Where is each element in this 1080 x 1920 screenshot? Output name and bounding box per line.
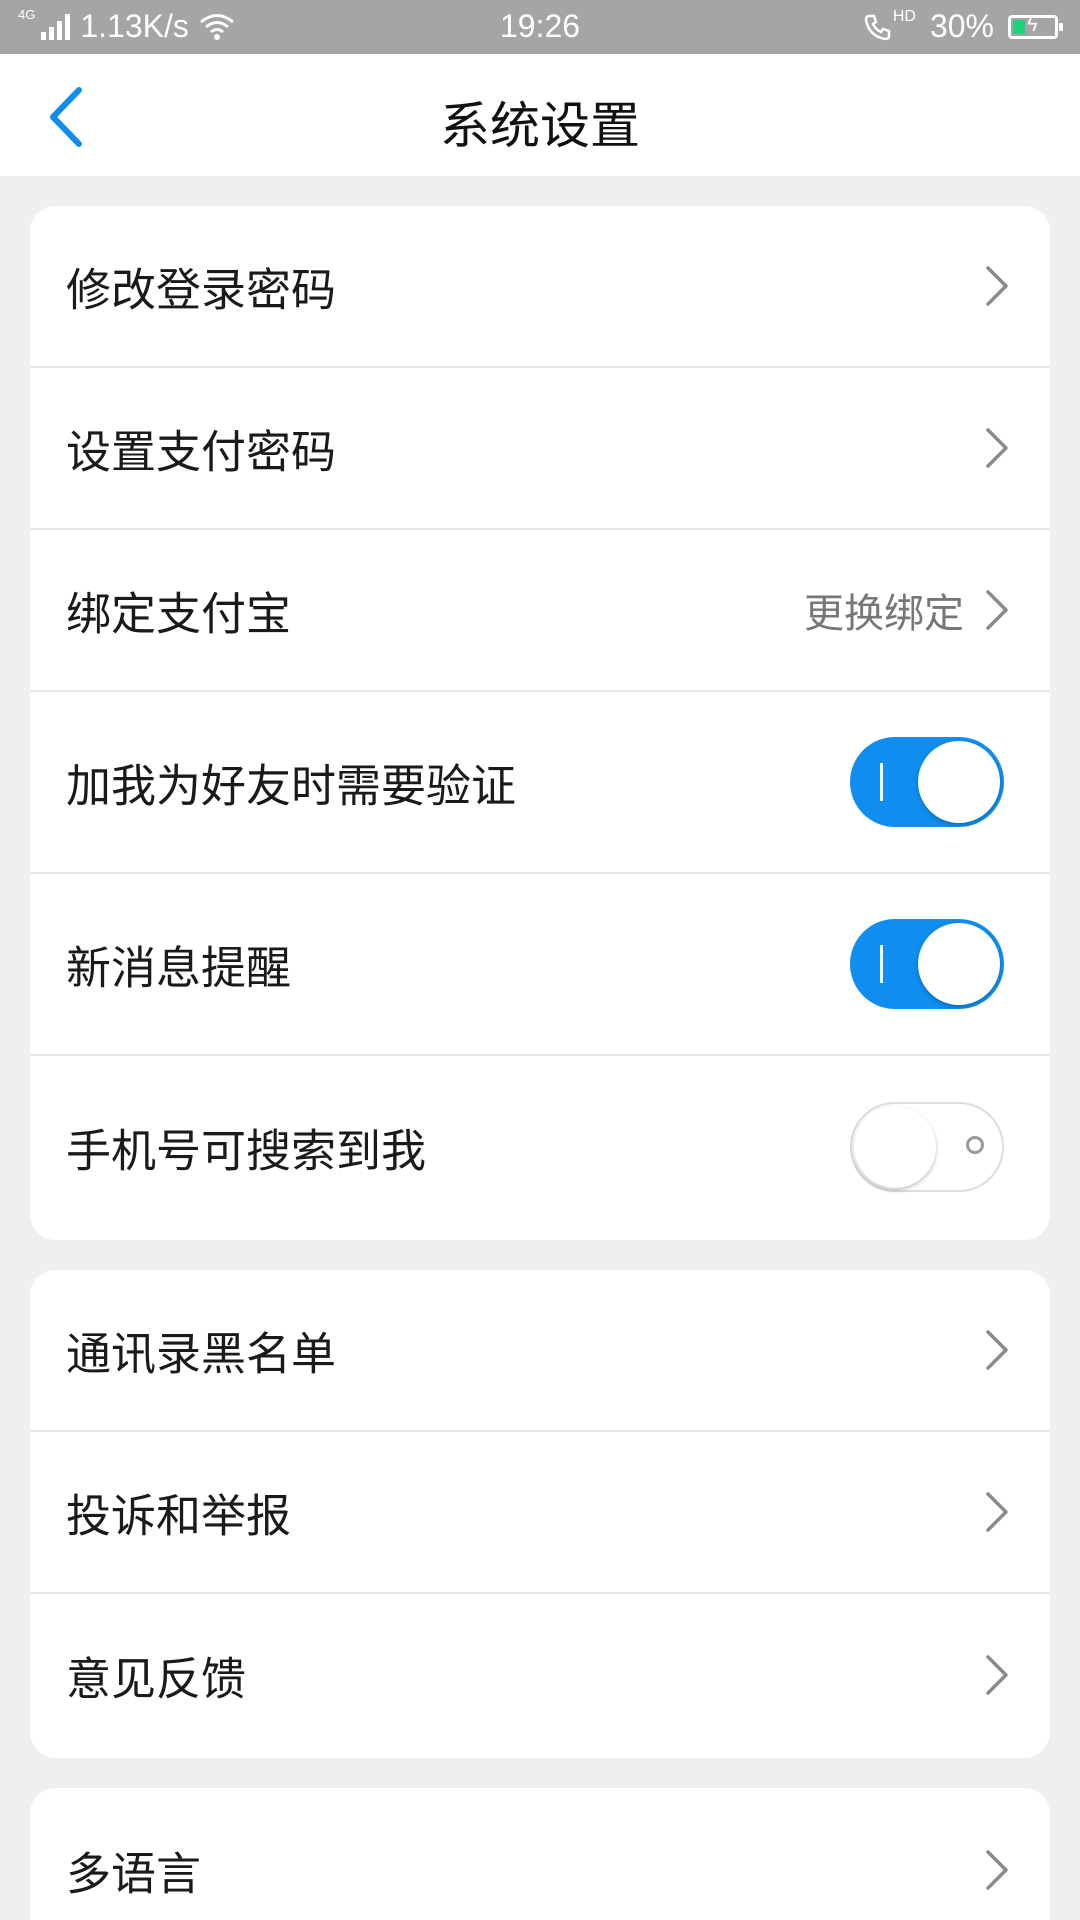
row-label: 新消息提醒 xyxy=(66,942,292,994)
row-label: 修改登录密码 xyxy=(66,264,337,316)
new-message-alert-toggle[interactable] xyxy=(850,919,1004,1009)
toggle-on-mark xyxy=(880,945,883,983)
toggle-knob xyxy=(854,1106,936,1188)
row-bind-alipay[interactable]: 绑定支付宝 更换绑定 xyxy=(30,530,1050,692)
row-multi-language[interactable]: 多语言 xyxy=(30,1788,1050,1920)
row-phone-searchable: 手机号可搜索到我 xyxy=(30,1056,1050,1238)
status-bar: 4G 1.13K/s 19:26 HD 30% ϟ xyxy=(0,0,1080,54)
header: 系统设置 xyxy=(0,54,1080,176)
toggle-knob xyxy=(918,741,1000,823)
toggle-off-mark xyxy=(966,1136,984,1154)
row-label: 多语言 xyxy=(66,1848,202,1900)
screen: 4G 1.13K/s 19:26 HD 30% ϟ 系统设置 修改登录密码 设置… xyxy=(0,0,1080,1920)
hd-label: HD xyxy=(892,7,916,25)
status-right: HD 30% ϟ xyxy=(863,8,1063,45)
settings-card-privacy: 通讯录黑名单 投诉和举报 意见反馈 xyxy=(30,1270,1050,1758)
row-feedback[interactable]: 意见反馈 xyxy=(30,1594,1050,1756)
chevron-right-icon xyxy=(986,1850,1008,1890)
page-title: 系统设置 xyxy=(440,98,640,154)
row-label: 设置支付密码 xyxy=(66,426,337,478)
hd-call-icon: HD xyxy=(863,8,916,42)
toggle-on-mark xyxy=(880,763,883,801)
settings-card-account: 修改登录密码 设置支付密码 绑定支付宝 更换绑定 加我为好友时需要验证 新消息提… xyxy=(30,206,1050,1240)
chevron-right-icon xyxy=(986,590,1008,630)
battery-icon: ϟ xyxy=(1008,13,1063,39)
row-value: 更换绑定 xyxy=(804,592,964,636)
row-new-message-alert: 新消息提醒 xyxy=(30,874,1050,1056)
chevron-right-icon xyxy=(986,1492,1008,1532)
chevron-right-icon xyxy=(986,1655,1008,1695)
toggle-knob xyxy=(918,923,1000,1005)
row-label: 意见反馈 xyxy=(66,1653,247,1705)
chevron-right-icon xyxy=(986,428,1008,468)
chevron-right-icon xyxy=(986,266,1008,306)
row-label: 绑定支付宝 xyxy=(66,588,292,640)
row-set-payment-password[interactable]: 设置支付密码 xyxy=(30,368,1050,530)
row-friend-verification: 加我为好友时需要验证 xyxy=(30,692,1050,874)
row-label: 通讯录黑名单 xyxy=(66,1328,337,1380)
battery-percent: 30% xyxy=(929,8,994,44)
row-label: 投诉和举报 xyxy=(66,1490,292,1542)
chevron-right-icon xyxy=(986,1330,1008,1370)
row-change-login-password[interactable]: 修改登录密码 xyxy=(30,206,1050,368)
phone-searchable-toggle[interactable] xyxy=(850,1102,1004,1192)
settings-card-language: 多语言 xyxy=(30,1788,1050,1920)
battery-fill xyxy=(1013,19,1025,34)
charging-icon: ϟ xyxy=(1027,13,1038,36)
friend-verification-toggle[interactable] xyxy=(850,737,1004,827)
row-contacts-blacklist[interactable]: 通讯录黑名单 xyxy=(30,1270,1050,1432)
row-complaint-report[interactable]: 投诉和举报 xyxy=(30,1432,1050,1594)
row-label: 手机号可搜索到我 xyxy=(66,1125,427,1177)
row-label: 加我为好友时需要验证 xyxy=(66,760,517,812)
